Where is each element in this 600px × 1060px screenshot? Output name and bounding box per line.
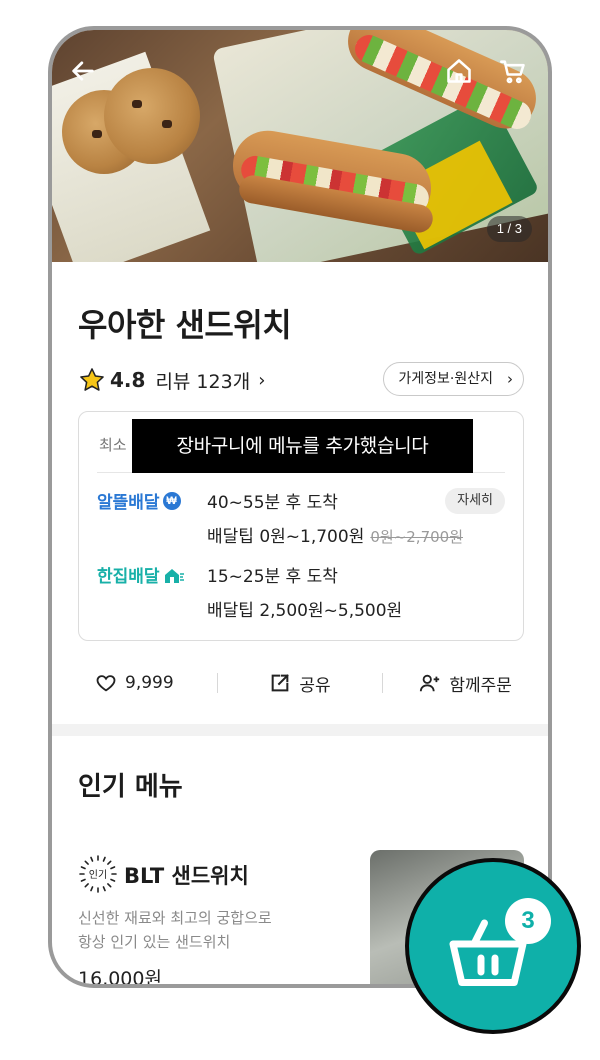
menu-description: 신선한 재료와 최고의 궁합으로 항상 인기 있는 샌드위치	[78, 909, 272, 951]
share-icon	[272, 674, 290, 692]
phone-frame: 1 / 3 우아한 샌드위치 4.8 리뷰 123개 › 가게정보·원산지 › 최소…	[48, 26, 552, 988]
image-counter: 1 / 3	[486, 216, 532, 242]
delivery-time: 15~25분 후 도착	[207, 567, 338, 587]
menu-price: 16,000원	[78, 968, 162, 988]
popular-badge: 인기	[79, 855, 117, 893]
back-button[interactable]	[66, 54, 100, 88]
popular-badge-label: 인기	[89, 869, 107, 881]
store-name: 우아한 샌드위치	[78, 306, 292, 344]
chevron-right-icon: ›	[258, 369, 266, 391]
group-order-label: 함께주문	[449, 675, 512, 696]
single-delivery-label: 한집배달	[97, 567, 160, 587]
like-count: 9,999	[125, 673, 174, 693]
delivery-time: 40~55분 후 도착	[207, 493, 338, 513]
detail-button[interactable]: 자세히	[445, 488, 505, 514]
chevron-right-icon: ›	[507, 370, 513, 388]
delivery-tip: 배달팁 2,500원~5,500원	[207, 601, 403, 621]
cookie-image	[104, 68, 200, 164]
cart-icon	[500, 60, 525, 84]
section-title: 인기 메뉴	[78, 772, 183, 802]
won-icon: ₩	[162, 491, 181, 510]
back-arrow-icon	[72, 61, 94, 81]
review-count: 리뷰 123개	[155, 370, 251, 393]
share-button[interactable]: 공유	[218, 671, 383, 696]
menu-name: BLT 샌드위치	[124, 864, 249, 888]
thrifty-delivery-label: 알뜰배달	[97, 493, 160, 513]
section-divider	[52, 724, 548, 736]
action-row: 9,999 공유 함께주문	[52, 658, 548, 708]
cart-floating-button[interactable]: 3	[405, 858, 581, 1034]
add-person-icon	[420, 674, 440, 692]
star-icon	[80, 368, 104, 391]
store-info-button[interactable]: 가게정보·원산지 ›	[383, 362, 524, 396]
house-speed-icon	[164, 568, 184, 583]
like-button[interactable]: 9,999	[52, 672, 217, 694]
toast-message: 장바구니에 메뉴를 추가했습니다	[132, 419, 473, 473]
store-info-label: 가게정보·원산지	[398, 371, 493, 387]
cart-count-badge: 3	[505, 898, 551, 944]
review-link[interactable]: 리뷰 123개 ›	[155, 367, 265, 394]
rating-value: 4.8	[110, 368, 146, 392]
share-label: 공유	[299, 675, 331, 696]
delivery-tip: 배달팁 0원~1,700원 0원~2,700원	[207, 527, 463, 547]
min-order-label: 최소	[99, 436, 127, 454]
hero-image[interactable]: 1 / 3	[52, 30, 548, 262]
original-tip: 0원~2,700원	[370, 528, 463, 546]
home-icon	[447, 59, 471, 83]
heart-icon	[96, 675, 116, 692]
home-button[interactable]	[442, 54, 476, 88]
rating-row: 4.8 리뷰 123개 ›	[78, 365, 265, 395]
group-order-button[interactable]: 함께주문	[383, 671, 548, 696]
cart-button[interactable]	[496, 54, 530, 88]
